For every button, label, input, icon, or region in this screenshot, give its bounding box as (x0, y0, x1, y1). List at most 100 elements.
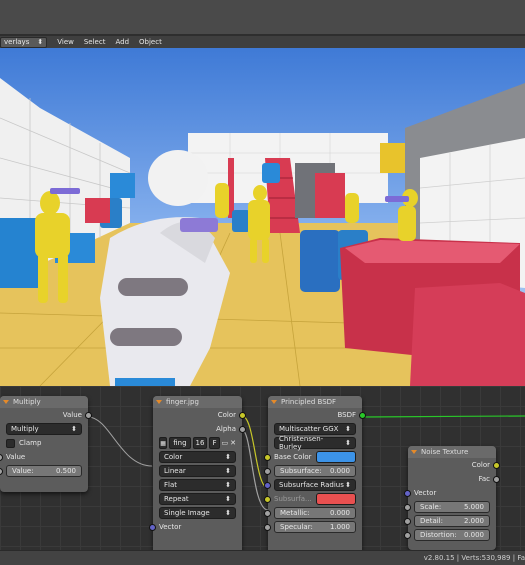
noise-color-output-label: Color (471, 461, 490, 469)
top-header-bar (0, 0, 525, 36)
extension-value: Repeat (164, 495, 189, 503)
subsurface-color-label: Subsurfa... (274, 495, 312, 503)
interpolation-dropdown[interactable]: Linear ⬍ (159, 465, 236, 477)
image-texture-node[interactable]: finger.jpg Color Alpha ▦ fing 16 F ▭ ✕ C… (149, 396, 246, 550)
image-node-header[interactable]: finger.jpg (153, 396, 242, 408)
noise-vector-label: Vector (414, 489, 437, 497)
specular-field[interactable]: Specular: 1.000 (274, 521, 356, 533)
base-color-swatch[interactable] (316, 451, 356, 463)
bsdf-node-header[interactable]: Principled BSDF (268, 396, 362, 408)
detail-field[interactable]: Detail: 2.000 (414, 515, 490, 527)
overlays-dropdown[interactable]: verlays ⬍ (0, 36, 48, 48)
collapse-arrow-icon[interactable] (271, 400, 277, 404)
distortion-value: 0.000 (463, 531, 484, 539)
distribution-value: Multiscatter GGX (279, 425, 339, 433)
chevron-updown-icon: ⬍ (37, 38, 44, 46)
multiply-node-header[interactable]: Multiply (0, 396, 88, 408)
multiply-value: 0.500 (55, 467, 76, 475)
projection-dropdown[interactable]: Flat ⬍ (159, 479, 236, 491)
chevron-updown-icon: ⬍ (345, 425, 351, 433)
multiply-input1-socket[interactable] (0, 453, 3, 461)
viewport-menu-bar: verlays ⬍ View Select Add Object (0, 36, 525, 48)
image-color-output-socket[interactable] (239, 411, 246, 419)
fake-user-toggle[interactable]: F (209, 437, 220, 449)
multiply-input2-socket[interactable] (0, 467, 3, 475)
metallic-field[interactable]: Metallic: 0.000 (274, 507, 356, 519)
clamp-checkbox[interactable] (6, 438, 15, 448)
subsurface-radius-label: Subsurface Radius (279, 481, 344, 489)
color-space-dropdown[interactable]: Color ⬍ (159, 451, 236, 463)
menu-object[interactable]: Object (139, 38, 162, 46)
subsurface-color-swatch[interactable] (316, 493, 356, 505)
detail-value: 2.000 (463, 517, 484, 525)
noise-texture-node[interactable]: Noise Texture Color Fac Vector Scale: 5.0… (404, 446, 500, 550)
image-browse-icon[interactable]: ▦ (159, 437, 168, 449)
distortion-label: Distortion: (420, 531, 457, 539)
scale-label: Scale: (420, 503, 442, 511)
bsdf-output-socket[interactable] (359, 411, 366, 419)
scale-field[interactable]: Scale: 5.000 (414, 501, 490, 513)
collapse-arrow-icon[interactable] (411, 450, 417, 454)
multiply-operation-value: Multiply (11, 425, 39, 433)
source-dropdown[interactable]: Single Image ⬍ (159, 507, 236, 519)
base-color-label: Base Color (274, 453, 312, 461)
image-alpha-output-socket[interactable] (239, 425, 246, 433)
subsurface-method-dropdown[interactable]: Christensen-Burley ⬍ (274, 435, 356, 451)
chevron-updown-icon: ⬍ (71, 425, 77, 433)
principled-bsdf-node[interactable]: Principled BSDF BSDF Multiscatter GGX ⬍ C… (264, 396, 366, 550)
distortion-input-socket[interactable] (404, 531, 411, 539)
noise-node-header[interactable]: Noise Texture (408, 446, 496, 458)
subsurface-radius-input-socket[interactable] (264, 481, 271, 489)
detail-input-socket[interactable] (404, 517, 411, 525)
image-color-output-label: Color (217, 411, 236, 419)
noise-fac-output-label: Fac (478, 475, 490, 483)
menu-view[interactable]: View (57, 38, 74, 46)
subsurface-label: Subsurface: (280, 467, 322, 475)
collapse-arrow-icon[interactable] (156, 400, 162, 404)
interpolation-value: Linear (164, 467, 186, 475)
subsurface-color-input-socket[interactable] (264, 495, 271, 503)
multiply-value-field[interactable]: Value: 0.500 (6, 465, 82, 477)
clamp-label: Clamp (19, 439, 42, 447)
noise-fac-output-socket[interactable] (493, 475, 500, 483)
chevron-updown-icon: ⬍ (225, 467, 231, 475)
bsdf-node-title: Principled BSDF (281, 398, 337, 406)
menu-select[interactable]: Select (84, 38, 106, 46)
multiply-output-label: Value (62, 411, 82, 419)
detail-label: Detail: (420, 517, 443, 525)
chevron-updown-icon: ⬍ (345, 481, 351, 489)
multiply-node-title: Multiply (13, 398, 41, 406)
metallic-input-socket[interactable] (264, 509, 271, 517)
noise-vector-input-socket[interactable] (404, 489, 411, 497)
3d-viewport[interactable] (0, 48, 525, 386)
folder-icon[interactable]: ▭ (222, 439, 229, 447)
image-vector-input-socket[interactable] (149, 523, 156, 531)
subsurface-method-value: Christensen-Burley (279, 435, 324, 451)
collapse-arrow-icon[interactable] (3, 400, 9, 404)
multiply-output-socket[interactable] (85, 411, 92, 419)
extension-dropdown[interactable]: Repeat ⬍ (159, 493, 236, 505)
image-users-count[interactable]: 16 (192, 437, 208, 449)
subsurface-radius-dropdown[interactable]: Subsurface Radius ⬍ (274, 479, 356, 491)
image-name-field[interactable]: fing (169, 437, 191, 449)
multiply-node[interactable]: Multiply Value Multiply ⬍ Clamp Value Val… (0, 396, 92, 492)
base-color-input-socket[interactable] (264, 453, 271, 461)
scale-input-socket[interactable] (404, 503, 411, 511)
chevron-updown-icon: ⬍ (225, 481, 231, 489)
chevron-updown-icon: ⬍ (345, 439, 351, 447)
chevron-updown-icon: ⬍ (225, 453, 231, 461)
node-editor[interactable]: Multiply Value Multiply ⬍ Clamp Value Val… (0, 386, 525, 550)
distortion-field[interactable]: Distortion: 0.000 (414, 529, 490, 541)
specular-input-socket[interactable] (264, 523, 271, 531)
noise-color-output-socket[interactable] (493, 461, 500, 469)
distribution-dropdown[interactable]: Multiscatter GGX ⬍ (274, 423, 356, 435)
subsurface-field[interactable]: Subsurface: 0.000 (274, 465, 356, 477)
multiply-operation-dropdown[interactable]: Multiply ⬍ (6, 423, 82, 435)
specular-label: Specular: (280, 523, 313, 531)
close-icon[interactable]: ✕ (230, 439, 236, 447)
status-text: v2.80.15 | Verts:530,989 | Fa (423, 554, 525, 562)
subsurface-input-socket[interactable] (264, 467, 271, 475)
menu-add[interactable]: Add (115, 38, 129, 46)
image-datablock-row: ▦ fing 16 F ▭ ✕ (153, 436, 242, 450)
metallic-label: Metallic: (280, 509, 310, 517)
